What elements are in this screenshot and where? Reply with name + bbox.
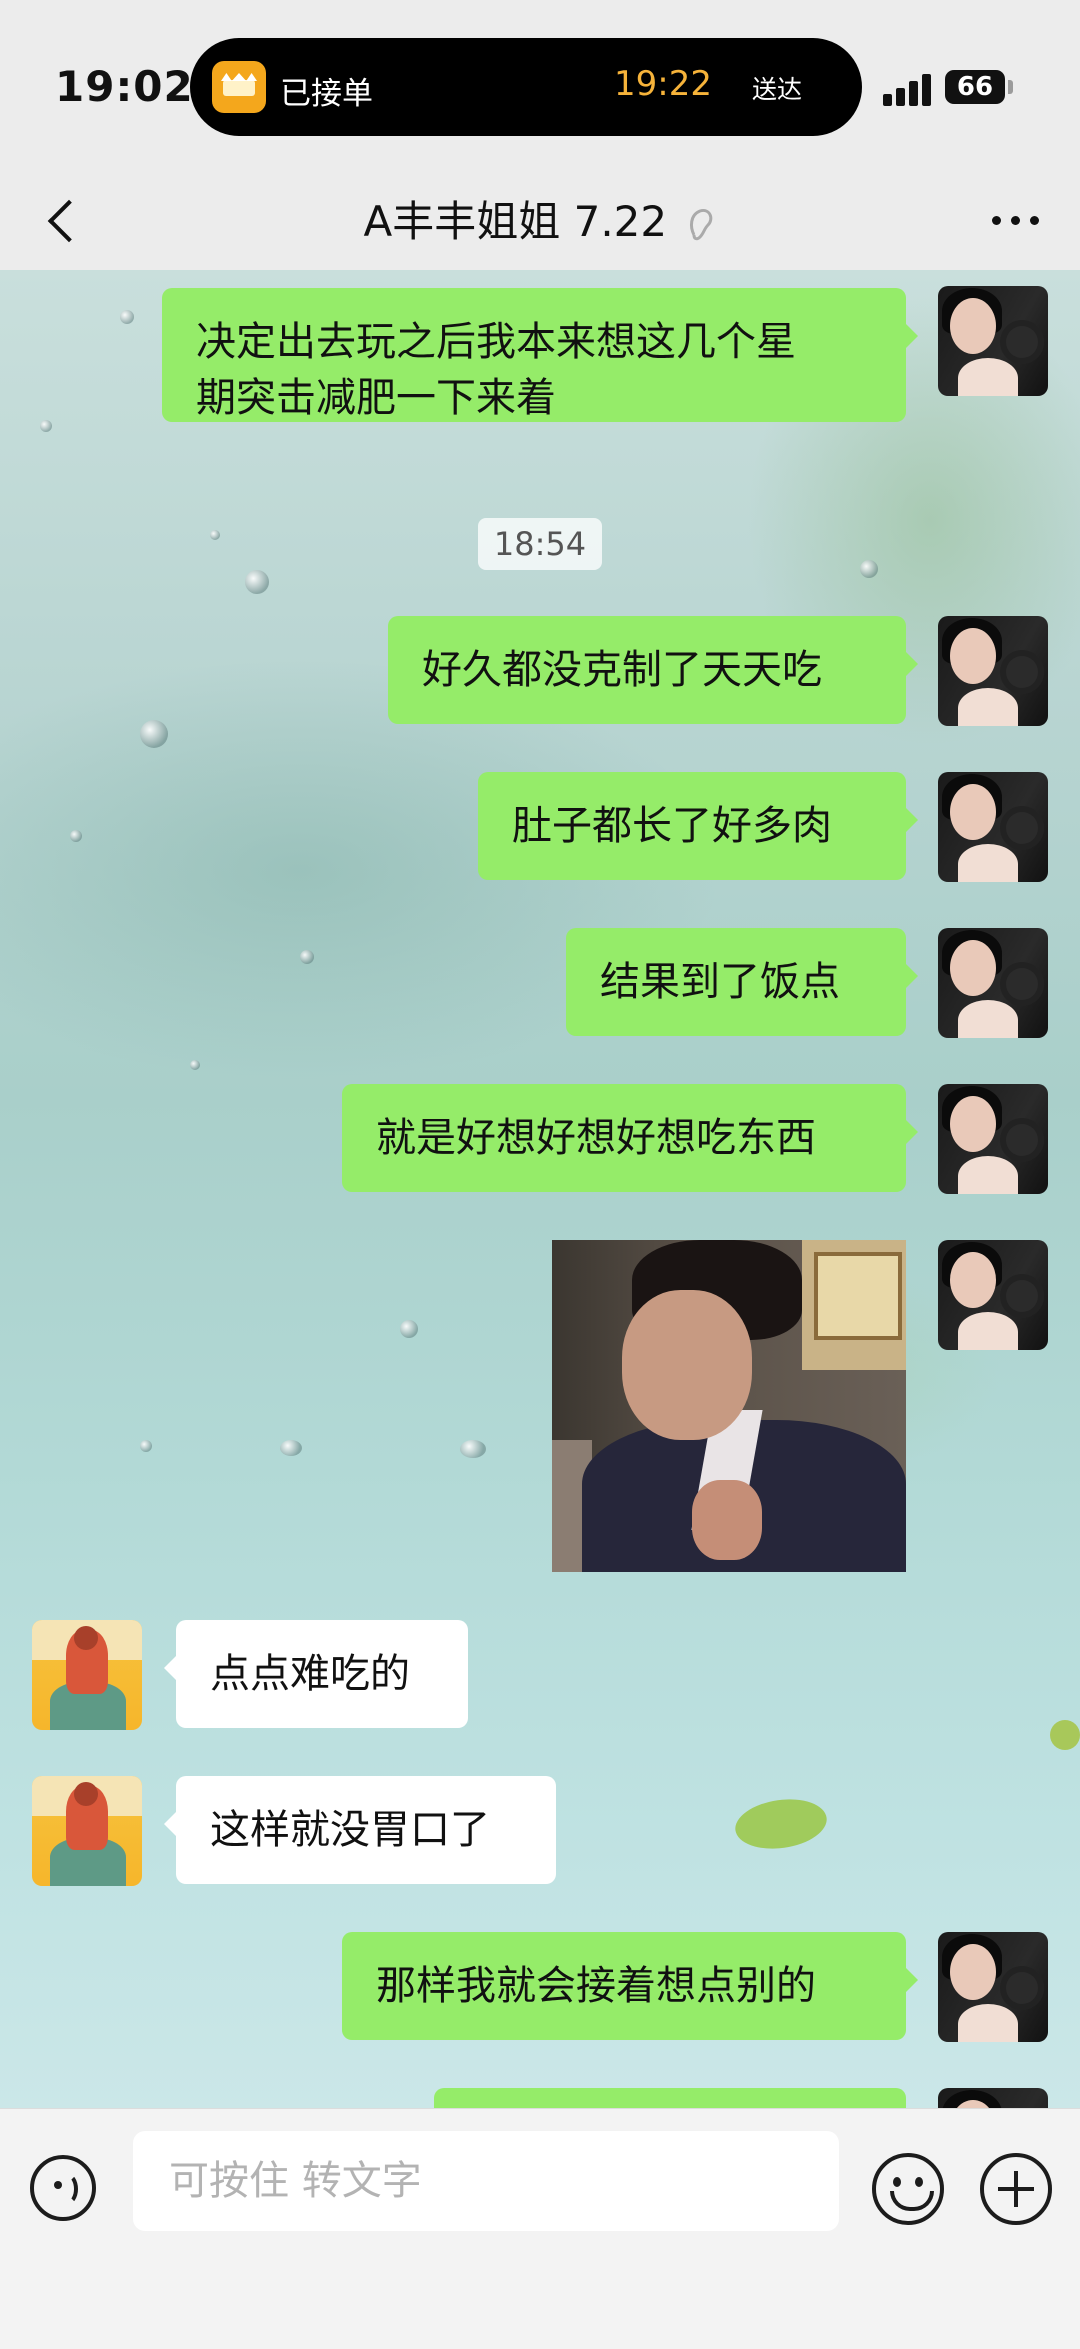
avatar-me[interactable]	[938, 1084, 1048, 1194]
avatar-me[interactable]	[938, 286, 1048, 396]
message-text: 决定出去玩之后我本来想这几个星	[196, 319, 796, 365]
chat-title: A丰丰姐姐 7.22	[363, 197, 668, 246]
eta-time: 19:22	[614, 64, 712, 104]
message-bubble-me[interactable]: 好久都没克制了天天吃	[388, 616, 918, 724]
message-bubble-me[interactable]: 就是好想好想好想吃东西	[342, 1084, 918, 1192]
signal-icon	[883, 72, 935, 106]
leaf-decoration	[732, 1793, 830, 1855]
message-text: 这样就没胃口了	[210, 1807, 490, 1853]
raindrop	[460, 1440, 486, 1458]
plus-icon[interactable]	[980, 2153, 1052, 2225]
avatar-me[interactable]	[938, 1932, 1048, 2042]
raindrop	[190, 1060, 200, 1070]
avatar-me[interactable]	[938, 616, 1048, 726]
message-image-meme[interactable]	[552, 1240, 906, 1572]
raindrop	[140, 1440, 152, 1452]
avatar-me[interactable]	[938, 772, 1048, 882]
raindrop	[300, 950, 314, 964]
raindrop	[40, 420, 52, 432]
avatar-contact[interactable]	[32, 1776, 142, 1886]
message-timestamp: 18:54	[478, 518, 602, 570]
message-text: 肚子都长了好多肉	[512, 803, 832, 849]
more-icon[interactable]	[986, 200, 1046, 240]
chat-title-wrap: A丰丰姐姐 7.22	[0, 188, 1080, 249]
input-bar: 可按住 转文字	[0, 2108, 1080, 2349]
avatar-contact[interactable]	[32, 1620, 142, 1730]
message-bubble-me[interactable]: 结果到了饭点	[566, 928, 918, 1036]
message-text: 就是好想好想好想吃东西	[376, 1115, 816, 1161]
message-text: 期突击减肥一下来着	[196, 375, 556, 421]
raindrop	[400, 1320, 418, 1338]
voice-icon[interactable]	[30, 2155, 96, 2221]
message-text: 好久都没克制了天天吃	[422, 647, 822, 693]
order-status: 已接单	[280, 76, 373, 112]
message-text: 那样我就会接着想点别的	[376, 1963, 816, 2009]
emoji-icon[interactable]	[872, 2153, 944, 2225]
message-bubble-other[interactable]: 点点难吃的	[164, 1620, 468, 1728]
ear-icon	[690, 208, 713, 240]
avatar-me[interactable]	[938, 2088, 1048, 2108]
chat-area[interactable]: 决定出去玩之后我本来想这几个星 期突击减肥一下来着 18:54 好久都没克制了天…	[0, 270, 1080, 2108]
raindrop	[860, 560, 878, 578]
raindrop	[210, 530, 220, 540]
status-bar: 19:02 已接单 19:22 送达 66	[0, 0, 1080, 170]
message-bubble-me[interactable]: 决定出去玩之后我本来想这几个星 期突击减肥一下来着	[162, 288, 918, 422]
message-text: 结果到了饭点	[600, 959, 840, 1005]
raindrop	[140, 720, 168, 748]
chat-header: A丰丰姐姐 7.22	[0, 170, 1080, 270]
eta-label: 送达	[751, 75, 802, 104]
battery-icon: 66	[945, 70, 1005, 104]
avatar-me[interactable]	[938, 1240, 1048, 1350]
message-bubble-me[interactable]: 那样我就会接着想点别的	[342, 1932, 918, 2040]
dynamic-island-delivery[interactable]: 已接单 19:22 送达	[190, 38, 862, 136]
message-text: 点点难吃的	[210, 1651, 410, 1697]
message-bubble-other[interactable]: 这样就没胃口了	[164, 1776, 556, 1884]
raindrop	[280, 1440, 302, 1456]
message-bubble-me[interactable]: 肚子都长了好多肉	[478, 772, 918, 880]
delivery-app-icon	[212, 61, 266, 113]
raindrop	[245, 570, 269, 594]
raindrop	[120, 310, 134, 324]
leaf-decoration	[1050, 1720, 1080, 1750]
battery-cap	[1008, 80, 1013, 94]
message-bubble-me-partial[interactable]	[434, 2088, 906, 2108]
avatar-me[interactable]	[938, 928, 1048, 1038]
message-input[interactable]: 可按住 转文字	[133, 2131, 839, 2231]
raindrop	[70, 830, 82, 842]
status-time: 19:02	[55, 62, 194, 111]
